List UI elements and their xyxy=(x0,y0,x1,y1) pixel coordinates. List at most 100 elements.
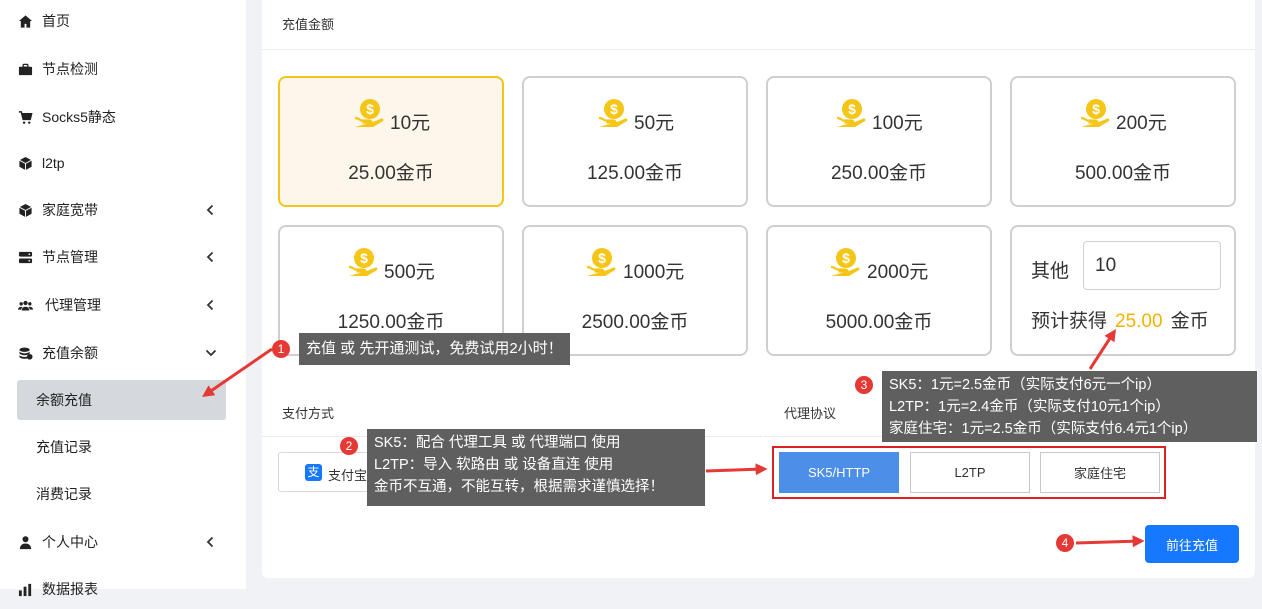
coin-icon: $ xyxy=(836,99,866,127)
svg-text:$: $ xyxy=(610,101,618,117)
sidebar-item-label: 节点管理 xyxy=(42,249,98,265)
svg-text:$: $ xyxy=(360,250,368,266)
sidebar-item-label: 消费记录 xyxy=(36,486,92,502)
amount-price: 1000元 xyxy=(623,262,685,283)
amount-gold: 1250.00金币 xyxy=(337,312,445,333)
estimate-value: 25.00 xyxy=(1115,311,1163,332)
amount-option-100[interactable]: $ 100元 250.00金币 xyxy=(766,76,992,207)
sidebar-item-label: 数据报表 xyxy=(42,581,98,597)
sidebar-item-label: l2tp xyxy=(42,155,65,171)
annotation-callout-2: SK5：配合 代理工具 或 代理端口 使用 L2TP：导入 软路由 或 设备直连… xyxy=(367,429,705,506)
sidebar-subitem-recharge-records[interactable]: 充值记录 xyxy=(0,427,246,467)
cube-icon xyxy=(19,203,32,218)
amount-price: 500元 xyxy=(384,262,435,283)
users-icon xyxy=(18,300,33,311)
annotation-marker-4: 4 xyxy=(1056,534,1074,552)
annotation-marker-2: 2 xyxy=(340,437,358,455)
amount-option-10[interactable]: $ 10元 25.00金币 xyxy=(278,76,504,207)
svg-text:$: $ xyxy=(598,250,606,266)
callout-line: 家庭住宅：1元=2.5金币（实际支付6.4元1个ip） xyxy=(889,421,1198,437)
amount-price: 100元 xyxy=(872,113,923,134)
sidebar-subitem-consumption-records[interactable]: 消费记录 xyxy=(0,474,246,514)
protocol-sk5-http[interactable]: SK5/HTTP xyxy=(779,452,899,493)
sidebar-item-label: 首页 xyxy=(42,13,70,29)
amount-price: 10元 xyxy=(390,113,431,134)
amount-option-other[interactable]: 其他 预计获得 25.00 金币 xyxy=(1010,225,1236,356)
sidebar-item-socks5[interactable]: Socks5静态 xyxy=(0,97,246,137)
chart-icon xyxy=(18,583,32,597)
coin-icon: $ xyxy=(354,99,384,127)
amount-gold: 2500.00金币 xyxy=(581,312,689,333)
briefcase-icon xyxy=(18,63,33,76)
other-amount-label: 其他 xyxy=(1031,261,1070,282)
sidebar-item-label: Socks5静态 xyxy=(42,109,116,125)
estimate-prefix: 预计获得 xyxy=(1031,311,1108,332)
sidebar-item-node-check[interactable]: 节点检测 xyxy=(0,49,246,89)
sidebar-item-label: 代理管理 xyxy=(45,297,101,313)
svg-text:$: $ xyxy=(1092,101,1100,117)
amount-gold: 500.00金币 xyxy=(1074,163,1172,184)
amount-price: 50元 xyxy=(634,113,675,134)
sidebar-item-home-broadband[interactable]: 家庭宽带 xyxy=(0,190,246,230)
sidebar-item-label: 充值余额 xyxy=(42,345,98,361)
coin-icon: $ xyxy=(586,248,616,276)
coin-icon: $ xyxy=(348,248,378,276)
protocol-l2tp[interactable]: L2TP xyxy=(910,452,1030,493)
protocol-home-residential[interactable]: 家庭住宅 xyxy=(1040,452,1160,493)
chevron-left-icon xyxy=(206,204,214,216)
sidebar-item-label: 充值记录 xyxy=(36,439,92,455)
alipay-button[interactable]: 支 支付宝 xyxy=(278,452,378,492)
sidebar-item-recharge[interactable]: 充值余额 xyxy=(0,333,246,373)
protocol-label: 代理协议 xyxy=(784,406,837,421)
amount-gold: 5000.00金币 xyxy=(825,312,933,333)
payment-method-label: 支付方式 xyxy=(282,406,335,421)
go-recharge-button[interactable]: 前往充值 xyxy=(1145,525,1239,563)
sidebar-item-home[interactable]: 首页 xyxy=(0,1,246,41)
sidebar-item-label: 余额充值 xyxy=(36,392,92,408)
callout-line: L2TP：导入 软路由 或 设备直连 使用 xyxy=(374,457,614,473)
callout-line: 充值 或 先开通测试，免费试用2小时！ xyxy=(306,340,563,357)
sidebar-subitem-balance-recharge[interactable]: 余额充值 xyxy=(17,380,226,420)
svg-text:$: $ xyxy=(366,101,374,117)
server-icon xyxy=(18,251,33,264)
coins-icon xyxy=(19,347,33,360)
amount-option-50[interactable]: $ 50元 125.00金币 xyxy=(522,76,748,207)
coin-icon: $ xyxy=(1080,99,1110,127)
sidebar-item-label: 节点检测 xyxy=(42,61,98,77)
amount-price: 200元 xyxy=(1116,113,1167,134)
annotation-marker-3: 3 xyxy=(855,376,873,394)
chevron-down-icon xyxy=(205,349,217,357)
sidebar-item-proxy-management[interactable]: 代理管理 xyxy=(0,285,246,325)
coin-icon: $ xyxy=(830,248,860,276)
sidebar-item-node-management[interactable]: 节点管理 xyxy=(0,237,246,277)
amount-option-200[interactable]: $ 200元 500.00金币 xyxy=(1010,76,1236,207)
sidebar-item-l2tp[interactable]: l2tp xyxy=(0,143,246,183)
payment-method-name: 支付宝 xyxy=(328,468,368,483)
amount-gold: 250.00金币 xyxy=(830,163,928,184)
chevron-left-icon xyxy=(206,251,214,263)
alipay-icon: 支 xyxy=(305,464,322,481)
svg-text:$: $ xyxy=(842,250,850,266)
amount-gold: 25.00金币 xyxy=(348,163,434,184)
sidebar-item-personal-center[interactable]: 个人中心 xyxy=(0,522,246,562)
estimate-suffix: 金币 xyxy=(1170,311,1209,332)
callout-line: 金币不互通，不能互转，根据需求谨慎选择！ xyxy=(374,479,664,495)
estimate-text: 预计获得 25.00 金币 xyxy=(1031,306,1209,333)
callout-line: SK5：配合 代理工具 或 代理端口 使用 xyxy=(374,435,621,451)
coin-icon: $ xyxy=(598,99,628,127)
amount-gold: 125.00金币 xyxy=(586,163,684,184)
cart-icon xyxy=(18,111,33,124)
sidebar: 首页 节点检测 Socks5静态 l2tp 家庭宽带 节点管理 代理管理 充值余… xyxy=(0,0,246,597)
user-icon xyxy=(19,536,32,550)
home-icon xyxy=(18,15,33,28)
other-amount-input[interactable] xyxy=(1083,241,1221,290)
sidebar-item-label: 个人中心 xyxy=(42,534,98,550)
sidebar-item-data-report[interactable]: 数据报表 xyxy=(0,569,246,609)
sidebar-item-label: 家庭宽带 xyxy=(42,202,98,218)
annotation-marker-1: 1 xyxy=(272,340,290,358)
svg-text:$: $ xyxy=(848,101,856,117)
chevron-left-icon xyxy=(206,536,214,548)
callout-line: SK5：1元=2.5金币（实际支付6元一个ip） xyxy=(889,377,1161,393)
divider xyxy=(262,49,1255,50)
amount-option-2000[interactable]: $ 2000元 5000.00金币 xyxy=(766,225,992,356)
